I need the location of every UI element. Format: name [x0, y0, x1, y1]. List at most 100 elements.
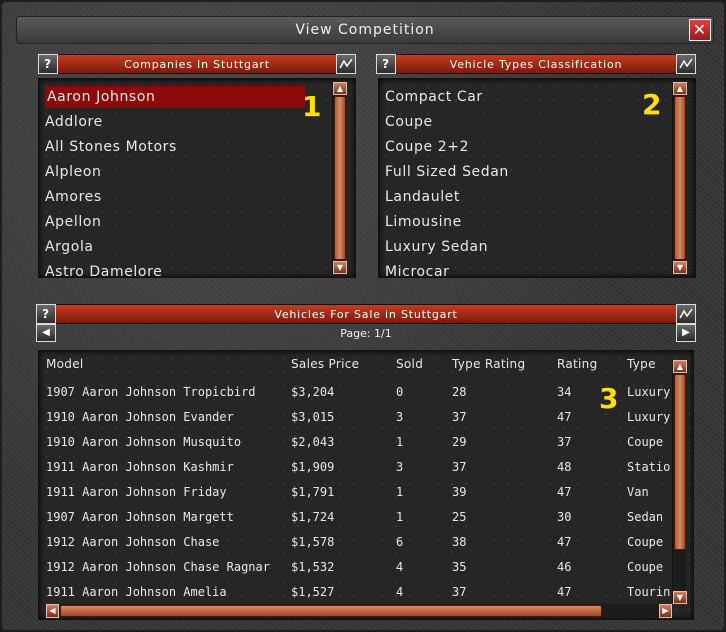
table-cell[interactable]: Coupe 2	[627, 560, 671, 574]
vehicles-table[interactable]: Model Sales Price Sold Type Rating Rating Typ…	[38, 350, 694, 620]
table-cell[interactable]: $1,724	[291, 510, 334, 524]
table-cell[interactable]: 46	[557, 560, 571, 574]
table-cell[interactable]: 47	[557, 585, 571, 599]
table-cell[interactable]: 37	[452, 410, 466, 424]
table-cell[interactable]: Sedan	[627, 510, 671, 524]
vehicle-types-help-button[interactable]: ?	[376, 54, 396, 74]
list-item[interactable]: All Stones Motors	[45, 136, 177, 158]
scroll-thumb[interactable]	[674, 374, 686, 550]
list-item[interactable]: Addlore	[45, 111, 103, 133]
scroll-up-icon[interactable]: ▲	[673, 360, 687, 373]
table-cell[interactable]: Coupe 2	[627, 535, 671, 549]
table-cell[interactable]: $3,015	[291, 410, 334, 424]
table-cell[interactable]: 37	[452, 460, 466, 474]
table-cell[interactable]: 37	[557, 435, 571, 449]
table-cell[interactable]: 28	[452, 385, 466, 399]
list-item[interactable]: Apellon	[45, 211, 102, 233]
column-header[interactable]: Type	[627, 357, 656, 371]
next-page-button[interactable]: ▶	[676, 324, 696, 342]
table-cell[interactable]: 34	[557, 385, 571, 399]
table-cell[interactable]: 1910 Aaron Johnson Musquito	[46, 435, 241, 449]
table-cell[interactable]: 47	[557, 535, 571, 549]
table-cell[interactable]: 0	[396, 385, 403, 399]
vehicle-types-graph-button[interactable]	[676, 54, 696, 74]
table-cell[interactable]: $1,527	[291, 585, 334, 599]
scroll-thumb[interactable]	[674, 96, 686, 260]
table-cell[interactable]: $1,532	[291, 560, 334, 574]
list-item[interactable]: Microcar	[385, 261, 450, 277]
table-cell[interactable]: Station	[627, 460, 671, 474]
table-cell[interactable]: 1911 Aaron Johnson Friday	[46, 485, 227, 499]
vehicles-help-button[interactable]: ?	[36, 304, 56, 324]
scroll-left-icon[interactable]: ◀	[46, 604, 59, 618]
table-cell[interactable]: 1912 Aaron Johnson Chase	[46, 535, 219, 549]
table-cell[interactable]: 38	[452, 535, 466, 549]
companies-help-button[interactable]: ?	[38, 54, 58, 74]
table-cell[interactable]: $1,791	[291, 485, 334, 499]
table-cell[interactable]: 1	[396, 510, 403, 524]
table-cell[interactable]: 1910 Aaron Johnson Evander	[46, 410, 234, 424]
table-cell[interactable]: 47	[557, 485, 571, 499]
table-cell[interactable]: 1911 Aaron Johnson Kashmir	[46, 460, 234, 474]
table-cell[interactable]: 1907 Aaron Johnson Tropicbird	[46, 385, 256, 399]
table-cell[interactable]: 3	[396, 460, 403, 474]
table-cell[interactable]: Luxury	[627, 410, 671, 424]
column-header[interactable]: Sales Price	[291, 357, 359, 371]
scroll-down-icon[interactable]: ▼	[673, 591, 687, 604]
table-cell[interactable]: 1907 Aaron Johnson Margett	[46, 510, 234, 524]
scroll-thumb[interactable]	[334, 96, 346, 260]
table-cell[interactable]: $1,909	[291, 460, 334, 474]
prev-page-button[interactable]: ◀	[36, 324, 56, 342]
table-cell[interactable]: 3	[396, 410, 403, 424]
table-cell[interactable]: 25	[452, 510, 466, 524]
list-item[interactable]: Coupe	[385, 111, 433, 133]
table-cell[interactable]: $3,204	[291, 385, 334, 399]
vehicle-types-scrollbar[interactable]: ▲ ▼	[672, 82, 687, 274]
vehicles-vscrollbar[interactable]: ▲ ▼	[672, 360, 687, 604]
hscroll-thumb[interactable]	[60, 605, 602, 617]
close-button[interactable]: ✕	[689, 19, 711, 41]
table-cell[interactable]: 1912 Aaron Johnson Chase Ragnar	[46, 560, 270, 574]
list-item[interactable]: Alpleon	[45, 161, 102, 183]
table-cell[interactable]: 1	[396, 485, 403, 499]
table-cell[interactable]: Coupe	[627, 435, 671, 449]
table-cell[interactable]: 35	[452, 560, 466, 574]
table-cell[interactable]: Touring	[627, 585, 671, 599]
table-cell[interactable]: 1	[396, 435, 403, 449]
companies-scrollbar[interactable]: ▲ ▼	[332, 82, 347, 274]
table-cell[interactable]: 29	[452, 435, 466, 449]
table-cell[interactable]: 4	[396, 585, 403, 599]
table-cell[interactable]: $1,578	[291, 535, 334, 549]
list-item[interactable]: Argola	[45, 236, 94, 258]
table-cell[interactable]: 6	[396, 535, 403, 549]
list-item[interactable]: Compact Car	[385, 86, 483, 108]
vehicles-hscrollbar[interactable]: ◀ ▶	[46, 604, 672, 618]
list-item[interactable]: Amores	[45, 186, 102, 208]
list-item[interactable]: Luxury Sedan	[385, 236, 488, 258]
list-item[interactable]: Aaron Johnson	[45, 86, 305, 108]
table-cell[interactable]: Van	[627, 485, 671, 499]
vehicles-graph-button[interactable]	[676, 304, 696, 324]
list-item[interactable]: Astro Damelore	[45, 261, 162, 277]
column-header[interactable]: Type Rating	[452, 357, 525, 371]
column-header[interactable]: Rating	[557, 357, 598, 371]
scroll-up-icon[interactable]: ▲	[333, 82, 347, 95]
table-cell[interactable]: 30	[557, 510, 571, 524]
list-item[interactable]: Landaulet	[385, 186, 460, 208]
table-cell[interactable]: $2,043	[291, 435, 334, 449]
table-cell[interactable]: Luxury	[627, 385, 671, 399]
scroll-down-icon[interactable]: ▼	[333, 261, 347, 274]
scroll-down-icon[interactable]: ▼	[673, 261, 687, 274]
table-cell[interactable]: 1911 Aaron Johnson Amelia	[46, 585, 227, 599]
column-header[interactable]: Model	[46, 357, 84, 371]
table-cell[interactable]: 48	[557, 460, 571, 474]
table-cell[interactable]: 37	[452, 585, 466, 599]
column-header[interactable]: Sold	[396, 357, 423, 371]
companies-graph-button[interactable]	[336, 54, 356, 74]
scroll-right-icon[interactable]: ▶	[659, 604, 672, 618]
list-item[interactable]: Coupe 2+2	[385, 136, 469, 158]
list-item[interactable]: Full Sized Sedan	[385, 161, 509, 183]
scroll-up-icon[interactable]: ▲	[673, 82, 687, 95]
table-cell[interactable]: 39	[452, 485, 466, 499]
list-item[interactable]: Limousine	[385, 211, 462, 233]
